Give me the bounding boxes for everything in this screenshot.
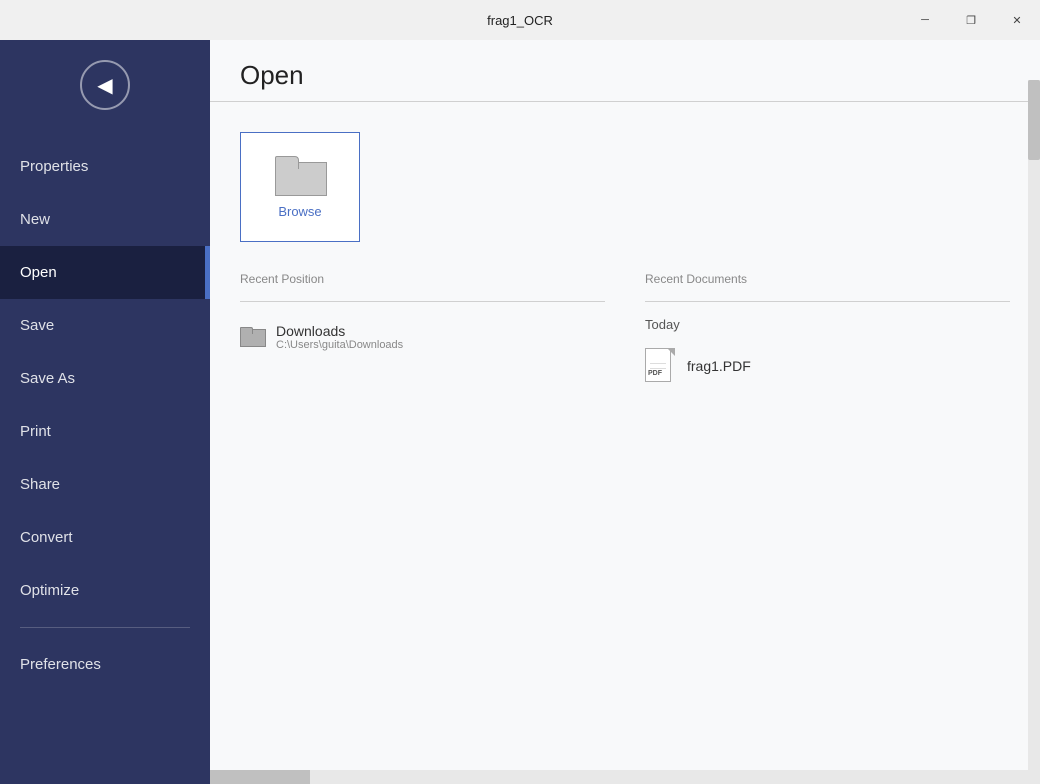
pdf-icon-line [650,363,666,364]
sidebar-item-label: Save As [20,370,75,387]
two-column-section: Recent Position Downloads C:\Users\guita… [240,272,1010,390]
bottom-scrollbar[interactable] [210,770,1028,784]
sidebar-item-new[interactable]: New [0,193,210,246]
window-title: frag1_OCR [487,13,553,28]
folder-icon-large [275,156,325,196]
sidebar-item-label: New [20,211,50,228]
page-title: Open [240,60,1010,91]
page-header: Open [210,40,1040,102]
title-bar: frag1_OCR ─ ❐ ✕ [0,0,1040,40]
back-button[interactable]: ◀ [80,60,130,110]
sidebar-item-label: Print [20,423,51,440]
sidebar: ◀ Properties New Open Save Save As Print… [0,40,210,784]
browse-label: Browse [278,204,321,219]
recent-documents-heading: Recent Documents [645,272,1010,286]
minimize-button[interactable]: ─ [902,0,948,40]
browse-tile[interactable]: Browse [240,132,360,242]
sidebar-item-print[interactable]: Print [0,405,210,458]
recent-documents-section: Recent Documents Today PDF frag1. [645,272,1010,390]
recent-doc-item[interactable]: PDF frag1.PDF [645,342,1010,390]
sidebar-divider [20,627,190,628]
close-button[interactable]: ✕ [994,0,1040,40]
doc-name: frag1.PDF [687,358,751,374]
back-icon: ◀ [97,73,112,98]
sidebar-item-label: Optimize [20,582,79,599]
recent-item-path: C:\Users\guita\Downloads [276,339,403,351]
sidebar-item-label: Share [20,476,60,493]
sidebar-item-convert[interactable]: Convert [0,511,210,564]
pdf-icon-line2 [650,368,666,369]
sidebar-item-preferences[interactable]: Preferences [0,638,210,691]
sidebar-item-label: Properties [20,158,88,175]
restore-button[interactable]: ❐ [948,0,994,40]
folder-icon-small [240,327,264,347]
window-controls: ─ ❐ ✕ [902,0,1040,40]
sidebar-item-label: Save [20,317,54,334]
main-content: Open Browse Recent Position Downloads [210,40,1040,784]
recent-position-section: Recent Position Downloads C:\Users\guita… [240,272,605,390]
section-divider-right [645,301,1010,302]
pdf-icon: PDF [645,348,675,384]
app-window: ◀ Properties New Open Save Save As Print… [0,40,1040,784]
sidebar-item-open[interactable]: Open [0,246,210,299]
sidebar-item-save[interactable]: Save [0,299,210,352]
sidebar-item-share[interactable]: Share [0,458,210,511]
sidebar-item-save-as[interactable]: Save As [0,352,210,405]
recent-item-name: Downloads [276,323,403,339]
recent-position-heading: Recent Position [240,272,605,286]
content-area: Browse Recent Position Downloads C:\User… [210,102,1040,784]
pdf-icon-label: PDF [648,370,662,377]
sidebar-item-optimize[interactable]: Optimize [0,564,210,617]
bottom-scrollbar-thumb[interactable] [210,770,310,784]
recent-position-item[interactable]: Downloads C:\Users\guita\Downloads [240,317,605,357]
sidebar-item-properties[interactable]: Properties [0,140,210,193]
section-divider [240,301,605,302]
scrollbar-track[interactable] [1028,80,1040,784]
sidebar-item-label: Convert [20,529,73,546]
sidebar-item-label: Open [20,264,57,281]
today-label: Today [645,317,1010,332]
pdf-icon-fold [667,348,675,356]
sidebar-item-label: Preferences [20,656,101,673]
recent-item-info: Downloads C:\Users\guita\Downloads [276,323,403,351]
scrollbar-thumb[interactable] [1028,80,1040,160]
